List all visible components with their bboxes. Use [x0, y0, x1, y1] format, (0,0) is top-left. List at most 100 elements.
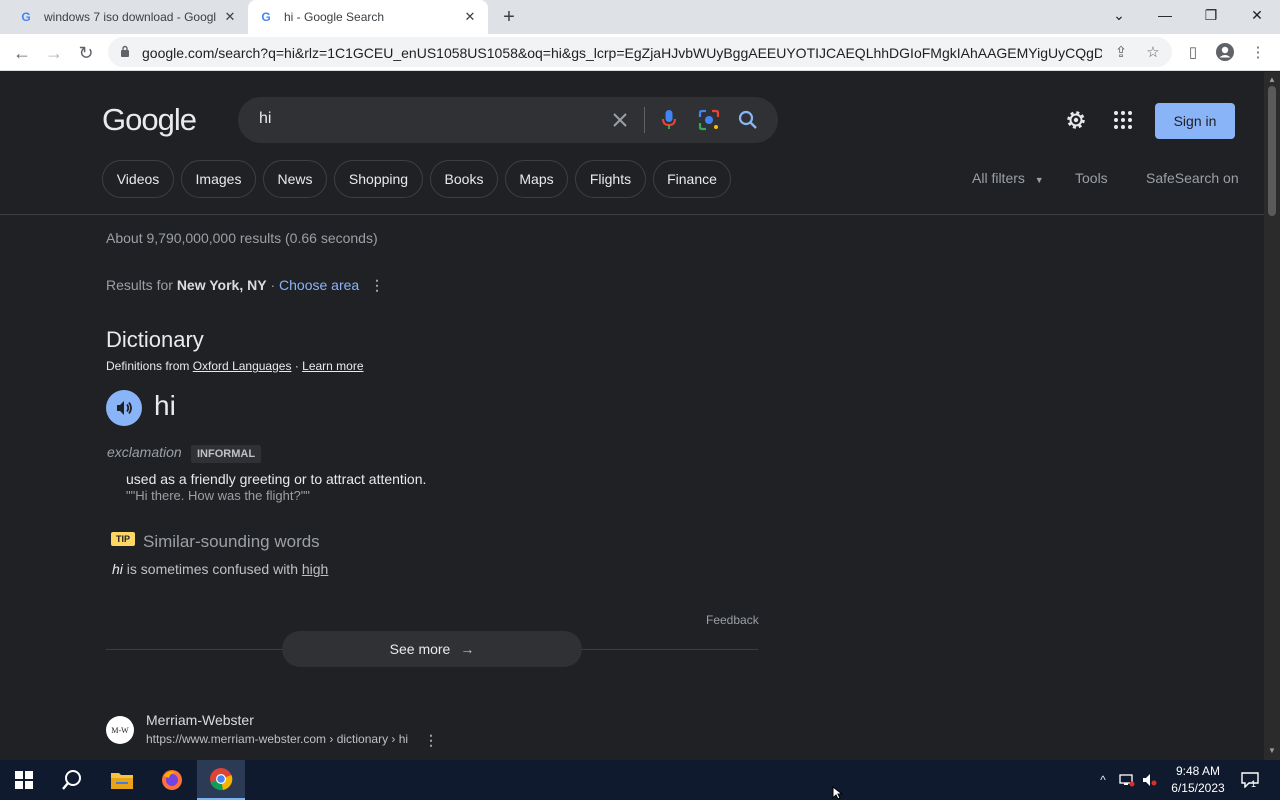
chip-finance[interactable]: Finance	[653, 160, 731, 198]
bookmark-star-icon[interactable]: ☆	[1143, 42, 1163, 62]
show-hidden-icons-chevron[interactable]: ^	[1093, 770, 1113, 790]
chip-shopping[interactable]: Shopping	[334, 160, 423, 198]
oxford-languages-link[interactable]: Oxford Languages	[193, 359, 292, 373]
chip-maps[interactable]: Maps	[505, 160, 568, 198]
windows-taskbar: ^ 9:48 AM 6/15/2023 1	[0, 760, 1280, 800]
scroll-up-icon[interactable]: ▲	[1267, 75, 1277, 85]
voice-search-icon[interactable]	[657, 108, 681, 132]
restore-icon[interactable]: ❐	[1188, 0, 1234, 30]
confused-word: hi	[112, 561, 123, 577]
browser-menu-icon[interactable]: ⋮	[1246, 40, 1270, 64]
chrome-taskbar-icon[interactable]	[197, 760, 245, 800]
chip-books[interactable]: Books	[430, 160, 498, 198]
clock-date: 6/15/2023	[1171, 781, 1225, 795]
chip-flights[interactable]: Flights	[575, 160, 646, 198]
dropdown-arrow-icon: ▼	[1034, 175, 1044, 185]
tools-button[interactable]: Tools	[1075, 170, 1108, 186]
volume-icon[interactable]	[1140, 770, 1160, 790]
confused-with-link[interactable]: high	[302, 561, 328, 577]
location-name: New York, NY	[176, 277, 267, 293]
search-divider	[644, 107, 645, 133]
google-logo[interactable]: Google	[102, 102, 197, 138]
chip-videos[interactable]: Videos	[102, 160, 174, 198]
reload-icon[interactable]: ↻	[72, 39, 100, 67]
browser-toolbar: ← → ↻ google.com/search?q=hi&rlz=1C1GCEU…	[0, 34, 1280, 71]
all-filters-label: All filters	[972, 170, 1025, 186]
arrow-right-icon: →	[460, 641, 475, 657]
google-favicon-icon: G	[261, 10, 271, 24]
tab-strip: G windows 7 iso download - Google Search…	[0, 0, 1280, 34]
page-scrollbar[interactable]: ▲ ▼	[1264, 72, 1280, 760]
results-for-prefix: Results for	[106, 277, 173, 293]
google-apps-icon[interactable]	[1111, 108, 1135, 132]
choose-area-link[interactable]: Choose area	[279, 277, 359, 293]
clear-search-icon[interactable]	[608, 108, 632, 132]
location-more-options-icon[interactable]: ⋮	[370, 277, 384, 293]
google-favicon-icon: G	[21, 10, 31, 24]
result-site-name[interactable]: Merriam-Webster	[146, 712, 254, 728]
definitions-source: Definitions from Oxford Languages · Lear…	[106, 359, 364, 373]
tab-close-icon[interactable]: ✕	[462, 9, 478, 25]
side-panel-icon[interactable]: ▯	[1181, 40, 1205, 64]
dictionary-heading: Dictionary	[106, 327, 204, 352]
speaker-icon	[117, 401, 132, 415]
part-of-speech: exclamation	[107, 444, 182, 460]
profile-avatar-icon[interactable]	[1213, 40, 1237, 64]
windows-start-icon[interactable]	[0, 760, 48, 800]
chip-news[interactable]: News	[263, 160, 327, 198]
new-tab-icon[interactable]: +	[497, 5, 521, 29]
result-more-options-icon[interactable]: ⋮	[424, 732, 438, 748]
result-stats: About 9,790,000,000 results (0.66 second…	[106, 230, 378, 246]
dictionary-word: hi	[154, 390, 176, 421]
source-separator: ·	[294, 359, 299, 373]
similar-sounding-heading: Similar-sounding words	[143, 532, 320, 551]
safesearch-button[interactable]: SafeSearch on	[1146, 170, 1239, 186]
tab-search-chevron-icon[interactable]: ⌄	[1096, 0, 1142, 30]
minimize-icon[interactable]: —	[1142, 0, 1188, 30]
firefox-icon[interactable]	[148, 760, 196, 800]
definition-text: used as a friendly greeting or to attrac…	[126, 471, 427, 487]
network-icon[interactable]	[1117, 770, 1137, 790]
merriam-webster-favicon[interactable]: M-W	[106, 716, 134, 744]
lock-icon	[121, 45, 129, 57]
learn-more-link[interactable]: Learn more	[302, 359, 363, 373]
file-explorer-icon[interactable]	[98, 760, 146, 800]
see-more-label: See more	[389, 641, 451, 657]
all-filters-dropdown[interactable]: All filters ▼	[972, 170, 1044, 186]
tab-windows-7-iso[interactable]: G windows 7 iso download - Google Search…	[8, 0, 248, 34]
confused-text: is sometimes confused with	[122, 561, 302, 577]
tab-title: windows 7 iso download - Google Search	[44, 10, 216, 24]
confused-with-note: hi is sometimes confused with high	[112, 561, 328, 577]
settings-gear-icon[interactable]	[1064, 108, 1088, 132]
window-close-icon[interactable]: ✕	[1234, 0, 1280, 30]
result-url[interactable]: https://www.merriam-webster.com › dictio…	[146, 732, 408, 746]
tab-hi-google-search[interactable]: G hi - Google Search ✕	[248, 0, 488, 34]
action-center-icon[interactable]: 1	[1238, 770, 1262, 790]
pronunciation-speaker-button[interactable]	[106, 390, 142, 426]
forward-icon[interactable]: →	[40, 39, 68, 67]
sign-in-button[interactable]: Sign in	[1155, 103, 1235, 139]
feedback-link[interactable]: Feedback	[706, 613, 759, 627]
scroll-down-icon[interactable]: ▼	[1267, 746, 1277, 756]
back-icon[interactable]: ←	[8, 39, 36, 67]
results-for-location: Results for New York, NY · Choose area	[106, 277, 359, 293]
mouse-cursor-icon	[832, 786, 844, 800]
address-bar[interactable]: google.com/search?q=hi&rlz=1C1GCEU_enUS1…	[108, 37, 1172, 67]
tab-close-icon[interactable]: ✕	[222, 9, 238, 25]
search-box[interactable]: hi	[238, 97, 778, 143]
search-results-page: Google hi Sign in Videos Images News Sho…	[0, 72, 1264, 760]
system-clock[interactable]: 9:48 AM 6/15/2023	[1162, 763, 1234, 797]
see-more-button[interactable]: See more →	[282, 631, 582, 667]
register-badge: INFORMAL	[191, 445, 262, 463]
search-input[interactable]: hi	[259, 110, 271, 128]
url-text[interactable]: google.com/search?q=hi&rlz=1C1GCEU_enUS1…	[142, 45, 1102, 61]
scrollbar-thumb[interactable]	[1268, 86, 1276, 216]
tab-title: hi - Google Search	[284, 10, 385, 24]
search-taskbar-icon[interactable]	[48, 760, 96, 800]
google-lens-icon[interactable]	[697, 108, 721, 132]
header-divider	[0, 214, 1264, 215]
notification-count: 1	[1251, 779, 1257, 789]
share-icon[interactable]: ⇪	[1111, 42, 1131, 62]
chip-images[interactable]: Images	[181, 160, 256, 198]
search-submit-icon[interactable]	[736, 108, 760, 132]
